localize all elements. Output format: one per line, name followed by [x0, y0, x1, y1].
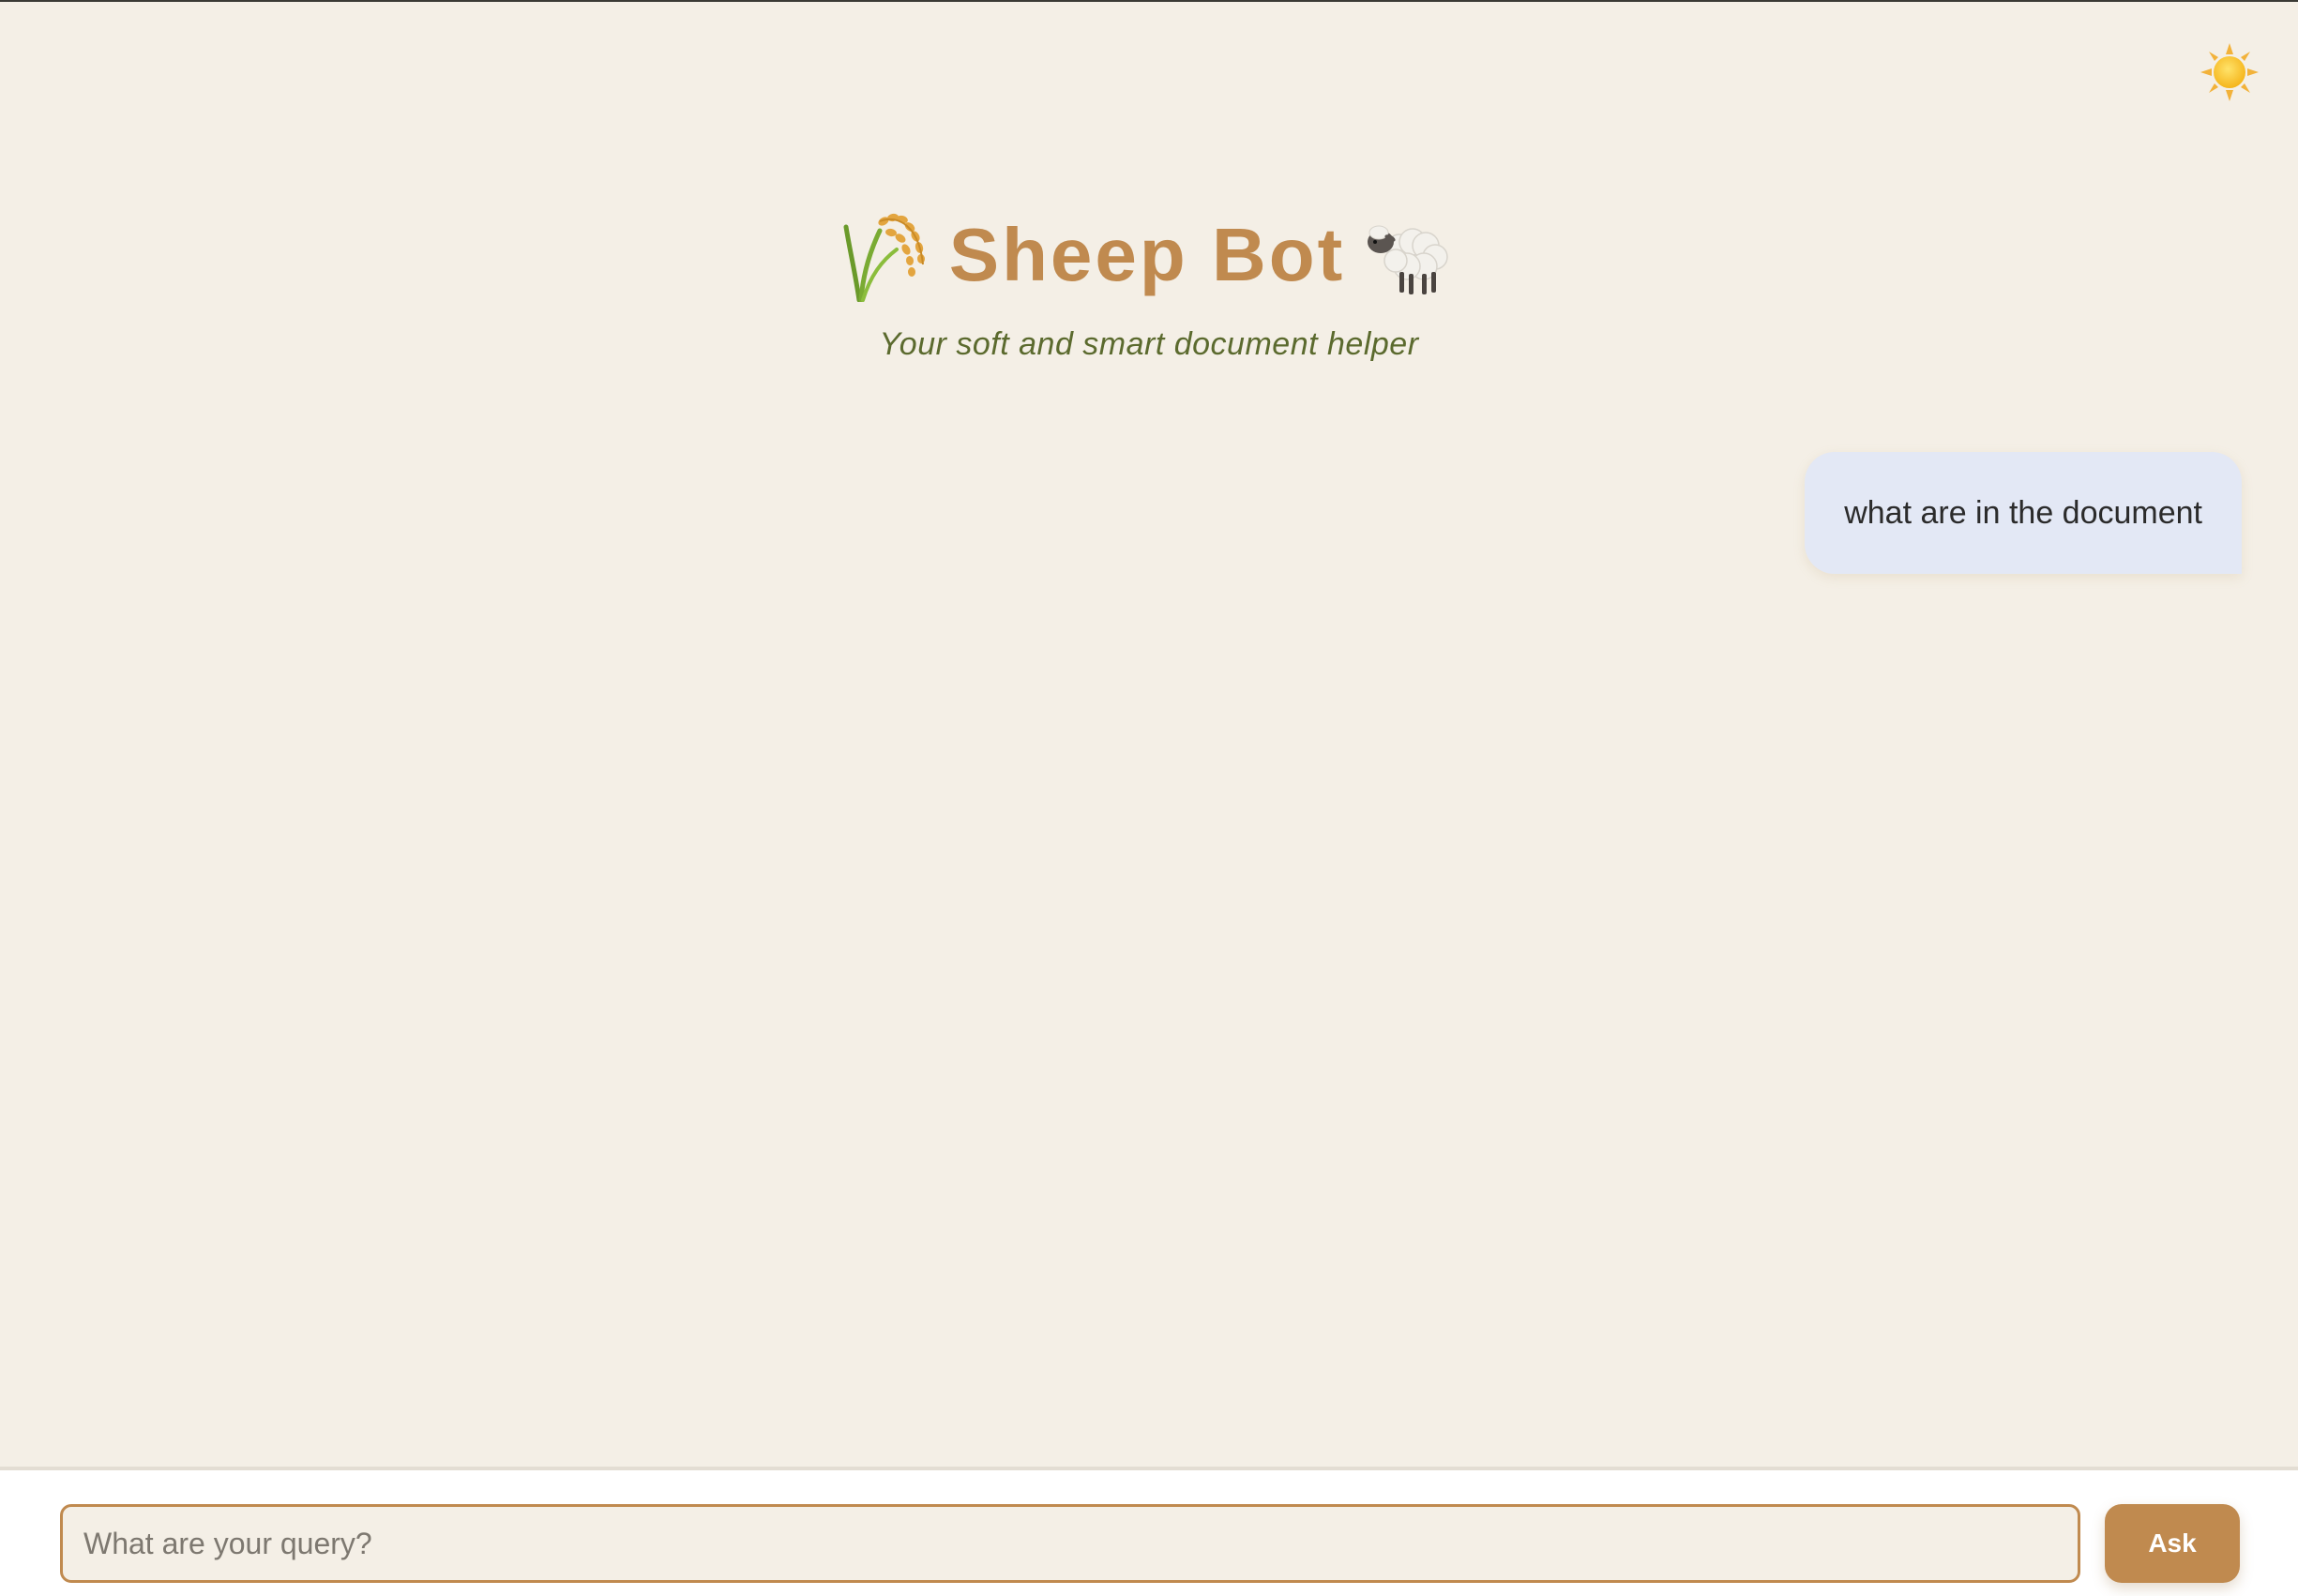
- user-message: what are in the document: [1805, 452, 2242, 574]
- app-header: Sheep Bot Your soft and smart document h…: [0, 208, 2298, 363]
- app-subtitle: Your soft and smart document helper: [879, 326, 1419, 362]
- query-input[interactable]: [60, 1504, 2080, 1583]
- ask-button[interactable]: Ask: [2105, 1504, 2240, 1583]
- chat-area[interactable]: what are in the document: [56, 433, 2242, 1446]
- title-row: Sheep Bot: [0, 208, 2298, 302]
- app-title: Sheep Bot: [948, 213, 1346, 296]
- rice-sheaf-icon: [842, 208, 932, 302]
- theme-toggle-button[interactable]: [2199, 41, 2260, 103]
- sheep-icon: [1362, 210, 1456, 300]
- sun-icon: [2199, 41, 2260, 103]
- input-bar: Ask: [0, 1467, 2298, 1596]
